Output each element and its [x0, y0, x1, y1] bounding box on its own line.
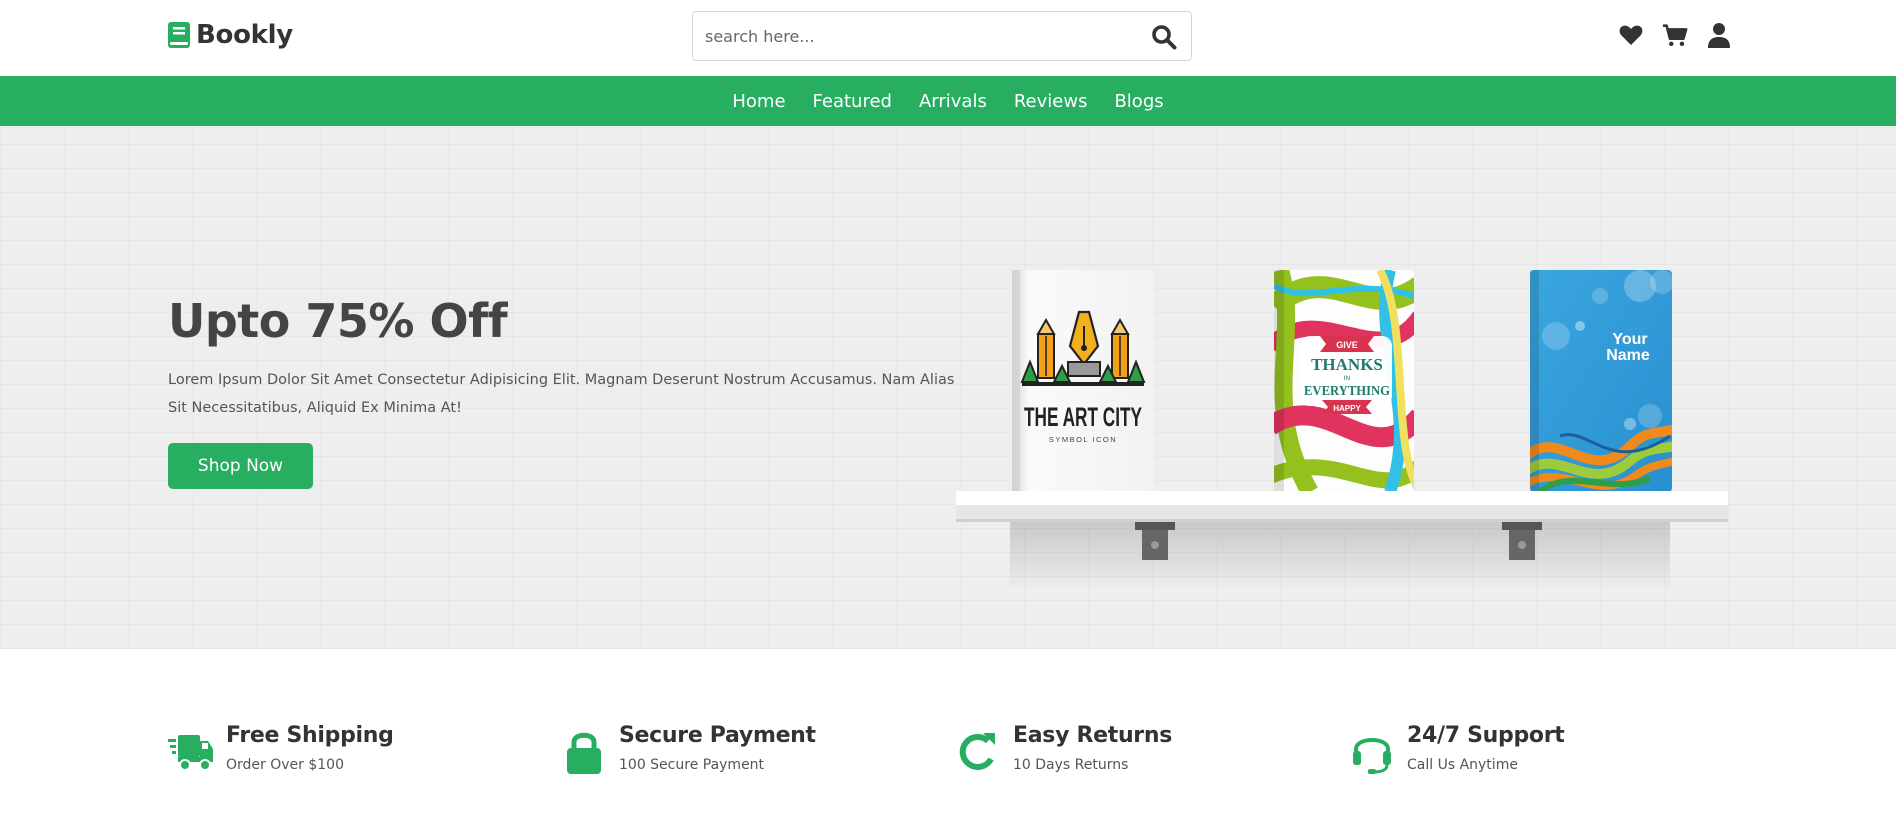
nav-home[interactable]: Home	[732, 91, 785, 112]
main-nav: Home Featured Arrivals Reviews Blogs	[0, 76, 1896, 126]
book2-line2: THANKS	[1311, 355, 1383, 374]
hero-section: Upto 75% Off Lorem Ipsum Dolor Sit Amet …	[0, 126, 1896, 649]
search-icon[interactable]	[1151, 24, 1177, 50]
nav-arrivals[interactable]: Arrivals	[919, 91, 987, 112]
feature-title: 24/7 Support	[1407, 723, 1565, 748]
hero-description: Lorem Ipsum Dolor Sit Amet Consectetur A…	[168, 372, 955, 416]
shop-now-button[interactable]: Shop Now	[168, 443, 313, 489]
hero-title: Upto 75% Off	[168, 294, 508, 348]
feature-title: Easy Returns	[1013, 723, 1173, 748]
book2-line4: EVERYTHING	[1304, 384, 1390, 399]
truck-icon	[168, 735, 213, 771]
cart-icon[interactable]	[1662, 22, 1688, 48]
feature-title: Free Shipping	[226, 723, 394, 748]
book-cover-give-thanks: GIVE THANKS IN EVERYTHING HAPPY	[1274, 270, 1414, 492]
feature-subtitle: Call Us Anytime	[1407, 757, 1518, 773]
feature-free-shipping: Free Shipping Order Over $100	[168, 721, 394, 775]
feature-support: 24/7 Support Call Us Anytime	[1349, 721, 1565, 775]
search-form	[692, 11, 1192, 61]
redo-icon	[959, 733, 995, 770]
book3-line1: Your	[1612, 331, 1647, 348]
feature-subtitle: Order Over $100	[226, 757, 344, 773]
book2-line5: HAPPY	[1333, 404, 1361, 413]
book-cover-art-city: THE ART CITY SYMBOL ICON	[1012, 270, 1154, 494]
headset-icon	[1353, 738, 1391, 774]
heart-icon[interactable]	[1618, 22, 1644, 48]
feature-subtitle: 100 Secure Payment	[619, 757, 765, 773]
header-icons	[1618, 22, 1732, 48]
user-icon[interactable]	[1706, 22, 1732, 48]
nav-reviews[interactable]: Reviews	[1014, 91, 1088, 112]
book3-line2: Name	[1606, 347, 1650, 364]
header: Bookly	[0, 0, 1896, 76]
nav-blogs[interactable]: Blogs	[1114, 91, 1163, 112]
lock-icon	[567, 732, 601, 774]
book2-line1: GIVE	[1336, 340, 1358, 350]
nav-featured[interactable]: Featured	[813, 91, 892, 112]
feature-subtitle: 10 Days Returns	[1013, 757, 1129, 773]
logo[interactable]: Bookly	[168, 20, 293, 50]
book1-title: THE ART CITY	[1024, 402, 1142, 432]
book2-line3: IN	[1344, 375, 1351, 382]
feature-secure-payment: Secure Payment 100 Secure Payment	[561, 721, 816, 775]
feature-title: Secure Payment	[619, 723, 816, 748]
feature-easy-returns: Easy Returns 10 Days Returns	[955, 721, 1172, 775]
logo-text: Bookly	[196, 20, 293, 50]
book-shelf-illustration: THE ART CITY SYMBOL ICON GIVE THANKS IN …	[956, 270, 1728, 586]
book-cover-your-name: Your Name	[1530, 270, 1672, 492]
book1-subtitle: SYMBOL ICON	[1049, 435, 1117, 444]
book-icon	[168, 22, 190, 48]
features-section: Free Shipping Order Over $100 Secure Pay…	[0, 649, 1896, 830]
search-input[interactable]	[693, 12, 1133, 60]
